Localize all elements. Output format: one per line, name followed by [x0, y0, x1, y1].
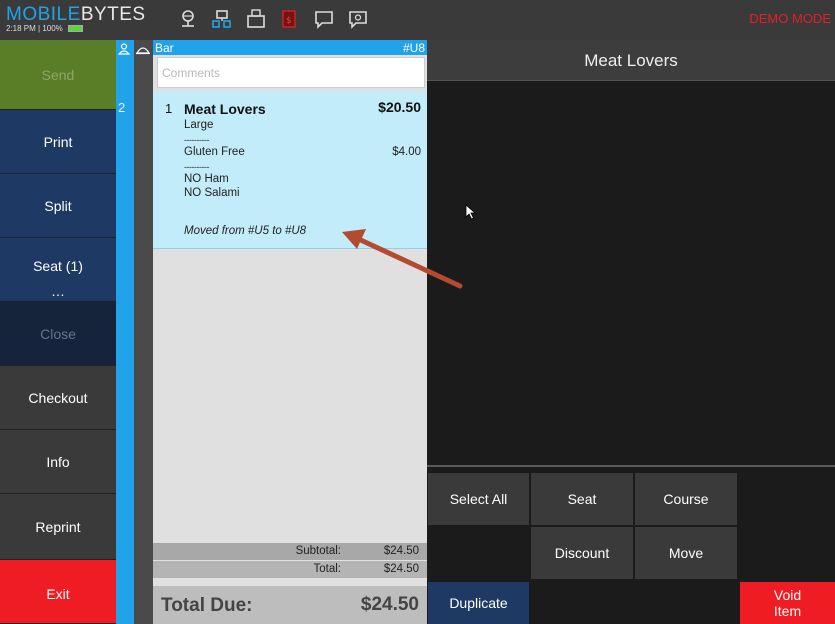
- course-rail: [134, 40, 153, 624]
- reprint-button[interactable]: Reprint: [0, 494, 116, 560]
- annotation-arrow-icon: [340, 226, 465, 296]
- void-item-button[interactable]: Void Item: [740, 582, 835, 624]
- status-bar: 2:18 PM | 100%: [6, 24, 84, 33]
- seat-number[interactable]: 2: [118, 100, 125, 115]
- info-button[interactable]: Info: [0, 430, 116, 494]
- item-name: Meat Lovers: [184, 101, 266, 117]
- divider: [427, 465, 835, 467]
- printer-icon[interactable]: [246, 9, 266, 29]
- split-button[interactable]: Split: [0, 174, 116, 238]
- svg-text:$: $: [286, 16, 292, 26]
- seat-action-button[interactable]: Seat: [531, 473, 633, 525]
- total-due-bar: Total Due: $24.50: [153, 586, 427, 624]
- subtotal-row: Subtotal: $24.50: [153, 543, 427, 560]
- chat-icon[interactable]: [314, 9, 334, 29]
- item-modifier-remove: NO Salami: [184, 187, 240, 199]
- order-panel: Bar #U8 Comments 1 Meat Lovers $20.50 La…: [153, 40, 427, 624]
- action-sidebar: Send Print Split Seat (1)… Close Checkou…: [0, 40, 116, 624]
- server-icon[interactable]: [348, 9, 368, 29]
- total-due-label: Total Due:: [161, 595, 253, 616]
- person-icon: [117, 42, 131, 60]
- battery-label: 100%: [42, 24, 63, 33]
- item-modifier-option: Gluten Free: [184, 146, 245, 158]
- exit-button[interactable]: Exit: [0, 560, 116, 624]
- comments-field[interactable]: Comments: [157, 57, 425, 88]
- location-label: Bar: [155, 41, 174, 55]
- move-button[interactable]: Move: [635, 527, 737, 579]
- seat-button[interactable]: Seat (1)…: [0, 238, 116, 302]
- total-due-value: $24.50: [360, 594, 419, 615]
- item-detail-panel: Meat Lovers Select All Seat Course Disco…: [427, 40, 835, 624]
- red-tag-icon[interactable]: $: [280, 9, 300, 29]
- item-modifier-size: Large: [184, 119, 214, 131]
- cloche-icon: [135, 42, 151, 60]
- clock-label: 2:18 PM: [6, 24, 36, 33]
- tables-icon[interactable]: [212, 9, 232, 29]
- total-value: $24.50: [383, 563, 419, 575]
- course-button[interactable]: Course: [635, 473, 737, 525]
- ticket-number: #U8: [402, 41, 425, 55]
- item-price: $20.50: [378, 99, 421, 115]
- top-bar: MOBILEBYTES 2:18 PM | 100% $ DEMO MODE: [0, 0, 835, 40]
- duplicate-button[interactable]: Duplicate: [428, 582, 529, 624]
- print-button[interactable]: Print: [0, 110, 116, 174]
- demo-mode-label: DEMO MODE: [749, 11, 831, 26]
- app-logo: MOBILEBYTES: [6, 4, 146, 25]
- network-icon[interactable]: [178, 9, 198, 29]
- item-move-note: Moved from #U5 to #U8: [184, 225, 307, 237]
- select-all-button[interactable]: Select All: [428, 473, 529, 525]
- mouse-cursor-icon: [465, 204, 477, 225]
- modifier-separator: ----------: [184, 135, 209, 145]
- item-detail-title: Meat Lovers: [584, 51, 678, 70]
- item-quantity: 1: [165, 101, 173, 116]
- send-button[interactable]: Send: [0, 40, 116, 110]
- item-modifier-price: $4.00: [392, 146, 421, 158]
- subtotal-value: $24.50: [383, 545, 419, 557]
- close-button[interactable]: Close: [0, 302, 116, 366]
- order-header: Bar #U8: [153, 40, 427, 55]
- seat-strip[interactable]: [116, 40, 134, 624]
- checkout-button[interactable]: Checkout: [0, 366, 116, 430]
- battery-icon: [68, 25, 84, 33]
- item-detail-header: Meat Lovers: [427, 40, 835, 81]
- discount-button[interactable]: Discount: [531, 527, 633, 579]
- modifier-separator: ----------: [184, 162, 209, 172]
- item-modifier-remove: NO Ham: [184, 173, 229, 185]
- total-row: Total: $24.50: [153, 561, 427, 578]
